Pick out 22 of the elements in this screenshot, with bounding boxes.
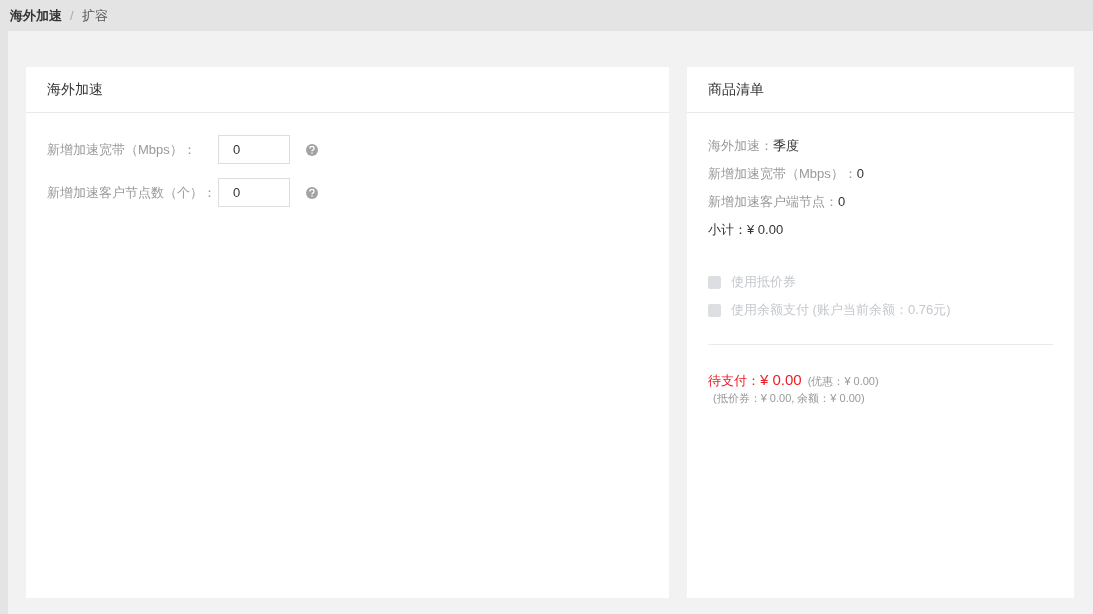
number-input[interactable]: 0 bbox=[218, 178, 290, 207]
subtotal-text: 小计：¥ 0.00 bbox=[708, 221, 785, 240]
item-label: 海外加速： bbox=[708, 137, 773, 156]
card-title: 海外加速 bbox=[26, 67, 669, 113]
field-label: 新增加速宽带（Mbps）： bbox=[47, 140, 197, 159]
help-icon bbox=[306, 186, 318, 199]
discount-text: (优惠：¥ 0.00) bbox=[807, 374, 879, 389]
pay-amount: ¥ 0.00 bbox=[760, 370, 802, 390]
card-title: 商品清单 bbox=[687, 67, 1074, 113]
item-value: 0 bbox=[856, 165, 865, 184]
field-label: 新增加速客户节点数（个）： bbox=[47, 183, 217, 202]
help-icon bbox=[306, 143, 318, 156]
item-value: 0 bbox=[838, 193, 846, 212]
pay-label: 待支付： bbox=[708, 372, 760, 390]
item-label: 新增加速客户端节点： bbox=[708, 193, 838, 212]
breadcrumb-separator: / bbox=[70, 6, 74, 25]
item-label: 新增加速宽带（Mbps）： bbox=[708, 165, 857, 184]
item-value: 季度 bbox=[773, 137, 799, 156]
breadcrumb-item[interactable]: 海外加速 bbox=[10, 5, 62, 26]
number-input[interactable]: 0 bbox=[218, 135, 290, 164]
breadcrumb-item: 扩容 bbox=[81, 6, 108, 25]
breakdown-text: (抵价券：¥ 0.00, 余额：¥ 0.00) bbox=[713, 391, 866, 405]
